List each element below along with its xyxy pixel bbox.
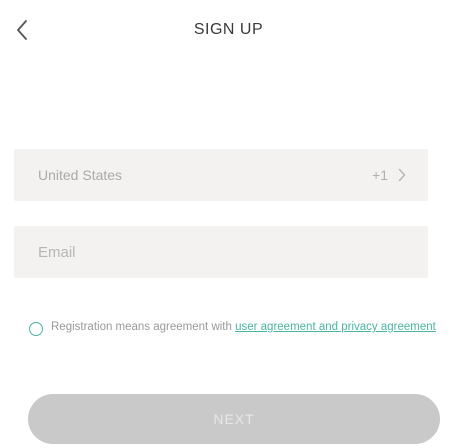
agreement-radio[interactable]: [29, 322, 43, 336]
agreement-link[interactable]: user agreement and privacy agreement: [235, 321, 436, 333]
country-name: United States: [38, 167, 123, 183]
email-field[interactable]: [14, 226, 428, 278]
country-selector[interactable]: United States +1: [14, 149, 428, 201]
agreement-prefix: Registration means agreement with: [51, 321, 236, 333]
app-header: SIGN UP: [0, 0, 457, 60]
agreement-text: Registration means agreement with user a…: [51, 319, 453, 335]
page-title: SIGN UP: [193, 21, 264, 38]
email-field-container: [14, 226, 428, 278]
chevron-right-icon: [398, 168, 406, 182]
next-button[interactable]: NEXT: [28, 394, 440, 444]
country-code: +1: [372, 167, 388, 183]
